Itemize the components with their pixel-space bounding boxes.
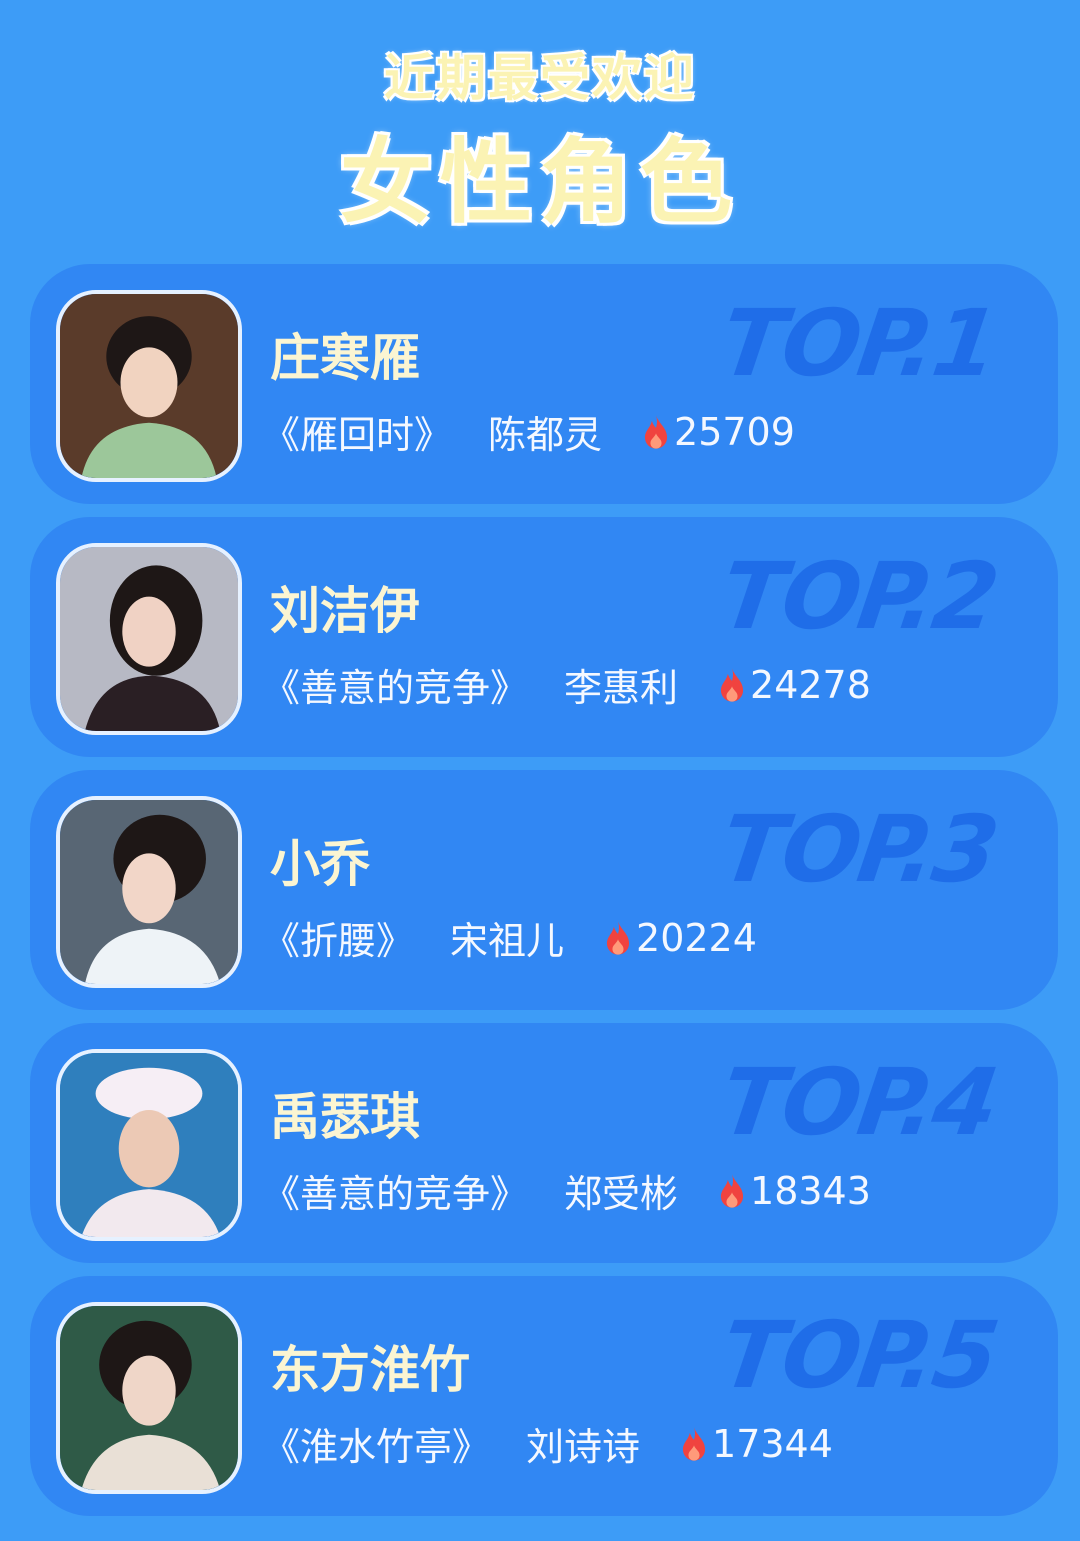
avatar: [56, 290, 242, 482]
flame-icon: [720, 667, 744, 702]
rank-label: TOP.3: [714, 796, 1004, 903]
avatar: [56, 1302, 242, 1494]
rank-label: TOP.2: [714, 543, 1004, 650]
ranking-card[interactable]: 禹瑟琪 《善意的竞争》 郑受彬 18343 TOP.4: [30, 1023, 1058, 1263]
avatar: [56, 1049, 242, 1241]
popularity-score: 24278: [750, 662, 871, 707]
show-title: 《折腰》: [262, 919, 415, 963]
actor-name: 刘诗诗: [526, 1425, 641, 1469]
actor-name: 李惠利: [564, 666, 679, 710]
flame-icon: [606, 920, 630, 955]
flame-icon: [720, 1173, 744, 1208]
popularity-score: 20224: [636, 915, 757, 960]
rank-label: TOP.4: [714, 1049, 1004, 1156]
character-name: 禹瑟琪: [270, 1088, 420, 1146]
ranking-card[interactable]: 小乔 《折腰》 宋祖儿 20224 TOP.3: [30, 770, 1058, 1010]
popularity-score: 18343: [750, 1168, 871, 1213]
character-name: 刘洁伊: [270, 582, 420, 640]
character-name: 小乔: [270, 835, 370, 893]
ranking-card[interactable]: 刘洁伊 《善意的竞争》 李惠利 24278 TOP.2: [30, 517, 1058, 757]
entry-meta: 《善意的竞争》 李惠利 24278: [262, 657, 871, 712]
entry-meta: 《善意的竞争》 郑受彬 18343: [262, 1163, 871, 1218]
character-name: 东方淮竹: [270, 1341, 470, 1399]
show-title: 《善意的竞争》: [262, 1172, 529, 1216]
actor-name: 陈都灵: [488, 413, 603, 457]
flame-icon: [682, 1426, 706, 1461]
header-subtitle: 近期最受欢迎: [384, 49, 696, 107]
rank-label: TOP.1: [714, 290, 1004, 397]
entry-meta: 《淮水竹亭》 刘诗诗 17344: [262, 1416, 833, 1471]
popularity-score: 17344: [712, 1421, 833, 1466]
show-title: 《雁回时》: [262, 413, 453, 457]
ranking-card[interactable]: 东方淮竹 《淮水竹亭》 刘诗诗 17344 TOP.5: [30, 1276, 1058, 1516]
avatar: [56, 543, 242, 735]
ranking-card[interactable]: 庄寒雁 《雁回时》 陈都灵 25709 TOP.1: [30, 264, 1058, 504]
character-name: 庄寒雁: [270, 329, 420, 387]
rank-label: TOP.5: [714, 1302, 1004, 1409]
show-title: 《善意的竞争》: [262, 666, 529, 710]
actor-name: 郑受彬: [564, 1172, 679, 1216]
show-title: 《淮水竹亭》: [262, 1425, 491, 1469]
entry-meta: 《折腰》 宋祖儿 20224: [262, 910, 757, 965]
entry-meta: 《雁回时》 陈都灵 25709: [262, 404, 795, 459]
header-title: 女性角色: [339, 129, 740, 236]
avatar: [56, 796, 242, 988]
header: 近期最受欢迎 女性角色: [0, 0, 1080, 250]
popularity-score: 25709: [674, 409, 795, 454]
flame-icon: [644, 414, 668, 449]
actor-name: 宋祖儿: [450, 919, 565, 963]
